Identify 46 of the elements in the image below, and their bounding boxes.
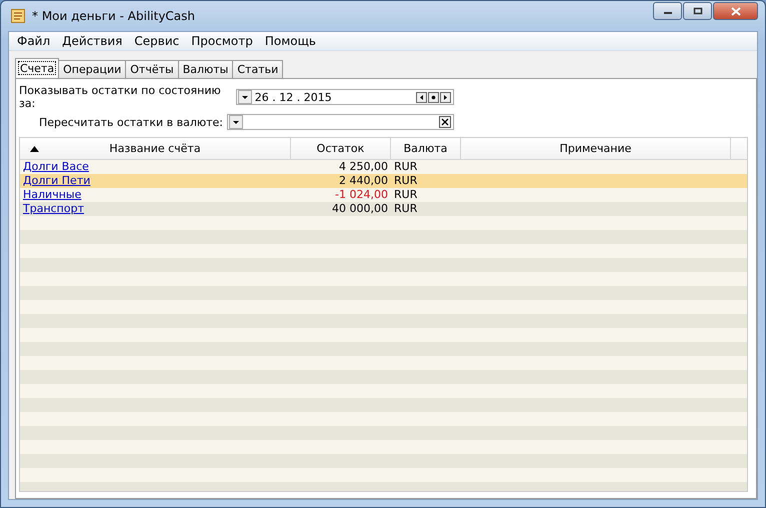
menu-item[interactable]: Файл [11,34,56,48]
next-icon[interactable] [440,92,451,102]
dropdown-icon [229,115,243,129]
window-title: * Мои деньги - AbilityCash [32,9,196,23]
column-header[interactable]: Остаток [291,138,391,159]
menu-item[interactable]: Сервис [128,34,186,48]
table-cell-text: 40 000,00 [331,202,389,216]
table-row[interactable]: Долги Пети 2 440,00 RUR [20,174,747,188]
dropdown-icon [238,90,252,104]
tab[interactable]: Отчёты [125,60,179,78]
maximize-button[interactable] [683,2,712,20]
menu-item[interactable]: Помощь [258,34,322,48]
tab[interactable]: Счета [15,58,60,78]
tab[interactable]: Валюты [178,60,234,78]
account-link[interactable]: Наличные [23,188,82,201]
today-icon[interactable] [428,92,439,102]
account-link[interactable]: Транспорт [23,202,84,215]
table-cell-text: 2 440,00 [338,174,389,188]
date-value: 26 . 12 . 2015 [254,90,332,104]
account-link[interactable]: Долги Пети [23,174,90,187]
table-cell-text: 4 250,00 [338,160,389,174]
table-cell-text: RUR [393,160,418,174]
close-button[interactable] [713,2,758,20]
app-icon [10,8,26,24]
account-link[interactable]: Долги Васе [23,160,89,173]
tab[interactable]: Операции [58,60,126,78]
table-cell-text: RUR [393,174,418,188]
date-label: Показывать остатки по состоянию за: [19,84,222,110]
menu-item[interactable]: Действия [56,34,128,48]
currency-label: Пересчитать остатки в валюте: [38,116,223,128]
minimize-button[interactable] [653,2,682,20]
sort-icon [30,146,39,152]
previous-icon[interactable] [416,92,427,102]
maximize-icon [692,7,702,15]
clear-icon[interactable] [439,116,451,128]
currency-field[interactable] [227,114,454,130]
table-cell-text: -1 024,00 [334,188,389,202]
table-cell-text: RUR [393,188,418,202]
table-cell-text: RUR [393,202,418,216]
column-header[interactable]: Примечание [461,138,731,159]
column-header[interactable]: Валюта [391,138,461,159]
menu-item[interactable]: Просмотр [185,34,259,48]
tab[interactable]: Статьи [232,60,284,78]
close-icon [730,6,740,16]
column-header[interactable]: Название счёта [20,138,291,159]
date-field[interactable]: 26 . 12 . 2015 [236,89,454,105]
